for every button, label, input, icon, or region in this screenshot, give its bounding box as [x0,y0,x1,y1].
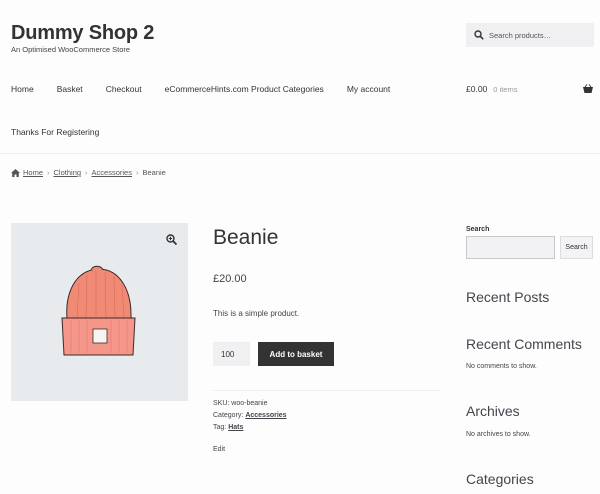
nav-item-my-account[interactable]: My account [347,84,390,94]
category-link[interactable]: Accessories [245,412,286,419]
archives-heading: Archives [466,403,520,419]
edit-link[interactable]: Edit [213,446,225,453]
sku-value: woo-beanie [231,400,268,407]
nav-item-product-categories[interactable]: eCommerceHints.com Product Categories [165,84,324,94]
cart-count: 0 items [493,84,518,94]
primary-nav: Home Basket Checkout eCommerceHints.com … [11,84,413,94]
home-icon [11,168,20,177]
cart-amount: £0.00 [466,84,488,94]
product-title: Beanie [213,226,279,249]
product-sku: SKU: woo-beanie [213,400,268,407]
sidebar-search-button[interactable]: Search [560,236,593,259]
breadcrumb-separator: › [47,168,50,177]
site-title[interactable]: Dummy Shop 2 [11,22,154,45]
no-comments-text: No comments to show. [466,363,537,370]
search-placeholder: Search products… [489,30,552,40]
no-archives-text: No archives to show. [466,431,531,438]
product-category: Category: Accessories [213,412,287,419]
nav-item-basket[interactable]: Basket [57,84,83,94]
breadcrumb-separator: › [85,168,88,177]
quantity-input[interactable]: 100 [213,342,250,366]
breadcrumb-home[interactable]: Home [23,168,43,177]
product-image[interactable] [11,223,188,401]
product-search-input[interactable]: Search products… [466,23,594,47]
breadcrumb-clothing[interactable]: Clothing [54,168,82,177]
category-label: Category: [213,412,244,419]
add-to-basket-button[interactable]: Add to basket [258,342,334,366]
tag-link[interactable]: Hats [228,424,243,431]
nav-item-thanks-for-registering[interactable]: Thanks For Registering [11,127,99,137]
header-divider [0,153,600,154]
site-tagline: An Optimised WooCommerce Store [11,45,131,54]
recent-posts-heading: Recent Posts [466,289,550,305]
categories-heading: Categories [466,471,534,487]
breadcrumb: Home › Clothing › Accessories › Beanie [11,168,166,177]
tag-label: Tag: [213,424,227,431]
nav-item-checkout[interactable]: Checkout [106,84,142,94]
header-cart[interactable]: £0.00 0 items [466,84,594,94]
sidebar-search-input[interactable] [466,236,555,259]
sku-label: SKU: [213,400,230,407]
recent-comments-heading: Recent Comments [466,336,582,352]
breadcrumb-separator: › [135,168,139,177]
zoom-icon[interactable] [166,234,177,245]
breadcrumb-accessories[interactable]: Accessories [92,168,132,177]
nav-item-home[interactable]: Home [11,84,34,94]
beanie-illustration [61,265,136,356]
basket-icon [583,84,593,93]
search-icon [474,30,484,40]
product-price: £20.00 [213,273,247,285]
product-short-description: This is a simple product. [213,309,300,318]
sidebar-search-label: Search [466,226,490,233]
product-meta-divider [213,390,440,391]
breadcrumb-current: Beanie [142,168,166,177]
product-tag: Tag: Hats [213,424,243,431]
